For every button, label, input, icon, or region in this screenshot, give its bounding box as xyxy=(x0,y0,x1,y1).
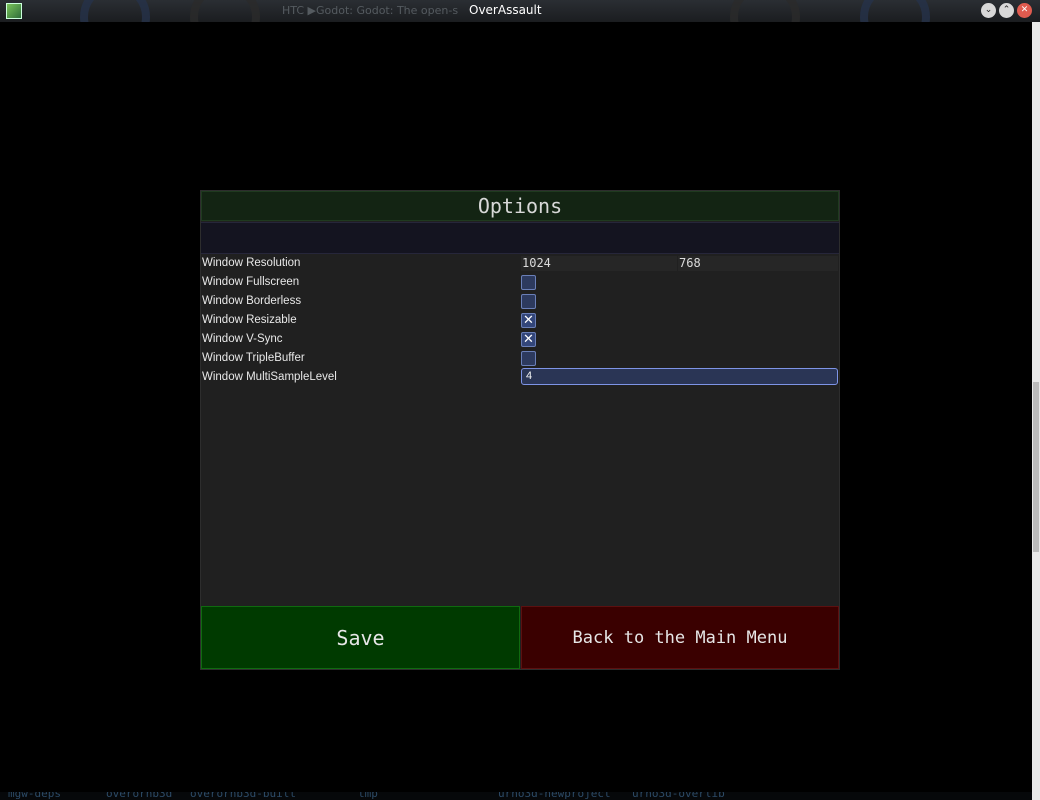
option-label: Window Resizable xyxy=(202,314,297,326)
option-row-borderless: Window Borderless xyxy=(201,293,839,312)
vsync-checkbox[interactable]: ✕ xyxy=(521,332,536,347)
close-icon[interactable]: ✕ xyxy=(1017,3,1032,18)
minimize-icon[interactable]: ⌄ xyxy=(981,3,996,18)
window-controls: ⌄ ⌃ ✕ xyxy=(981,3,1032,18)
option-label: Window TripleBuffer xyxy=(202,352,305,364)
option-row-triplebuffer: Window TripleBuffer xyxy=(201,350,839,369)
taskbar-item: overorhb3d xyxy=(106,792,173,800)
resizable-checkbox[interactable]: ✕ xyxy=(521,313,536,328)
background-scrollbar xyxy=(1033,382,1039,552)
checkmark-icon: ✕ xyxy=(523,313,534,328)
fullscreen-checkbox[interactable] xyxy=(521,275,536,290)
maximize-icon[interactable]: ⌃ xyxy=(999,3,1014,18)
options-tab-bar xyxy=(201,222,839,254)
taskbar-item: mgw-deps xyxy=(8,792,61,800)
option-row-resizable: Window Resizable ✕ xyxy=(201,312,839,331)
app-icon xyxy=(6,3,22,19)
background-window-title: HTC ▶Godot: Godot: The open-s xyxy=(282,4,459,17)
option-row-fullscreen: Window Fullscreen xyxy=(201,274,839,293)
background-taskbar: mgw-deps overorhb3d overorhb3d-built tmp… xyxy=(0,792,1032,800)
save-button[interactable]: Save xyxy=(201,606,520,669)
checkmark-icon: ✕ xyxy=(523,332,534,347)
window-title: OverAssault xyxy=(469,3,542,17)
borderless-checkbox[interactable] xyxy=(521,294,536,309)
option-row-multisample: Window MultiSampleLevel 4 xyxy=(201,368,839,388)
option-row-vsync: Window V-Sync ✕ xyxy=(201,331,839,350)
option-label: Window Borderless xyxy=(202,295,302,307)
background-window-edge xyxy=(1032,22,1040,800)
option-row-resolution: Window Resolution 1024 768 xyxy=(201,255,839,274)
taskbar-item: urho3d-overlib xyxy=(632,792,725,800)
resolution-height-field[interactable]: 768 xyxy=(678,256,838,271)
options-title: Options xyxy=(201,191,839,221)
taskbar-item: overorhb3d-built xyxy=(190,792,296,800)
window-titlebar: HTC ▶Godot: Godot: The open-s OverAssaul… xyxy=(0,0,1040,52)
option-label: Window Resolution xyxy=(202,257,301,269)
option-label: Window Fullscreen xyxy=(202,276,300,288)
option-label: Window V-Sync xyxy=(202,333,283,345)
back-to-main-menu-button[interactable]: Back to the Main Menu xyxy=(521,606,839,669)
taskbar-item: urho3d-newproject xyxy=(498,792,611,800)
multisample-level-input[interactable]: 4 xyxy=(521,368,838,385)
options-panel: Options Window Resolution 1024 768 Windo… xyxy=(200,190,840,670)
resolution-width-field[interactable]: 1024 xyxy=(521,256,677,271)
option-label: Window MultiSampleLevel xyxy=(202,371,337,383)
game-viewport: Options Window Resolution 1024 768 Windo… xyxy=(0,22,1032,792)
options-list: Window Resolution 1024 768 Window Fullsc… xyxy=(201,255,839,388)
options-buttons: Save Back to the Main Menu xyxy=(201,606,839,670)
taskbar-item: tmp xyxy=(358,792,378,800)
triplebuffer-checkbox[interactable] xyxy=(521,351,536,366)
